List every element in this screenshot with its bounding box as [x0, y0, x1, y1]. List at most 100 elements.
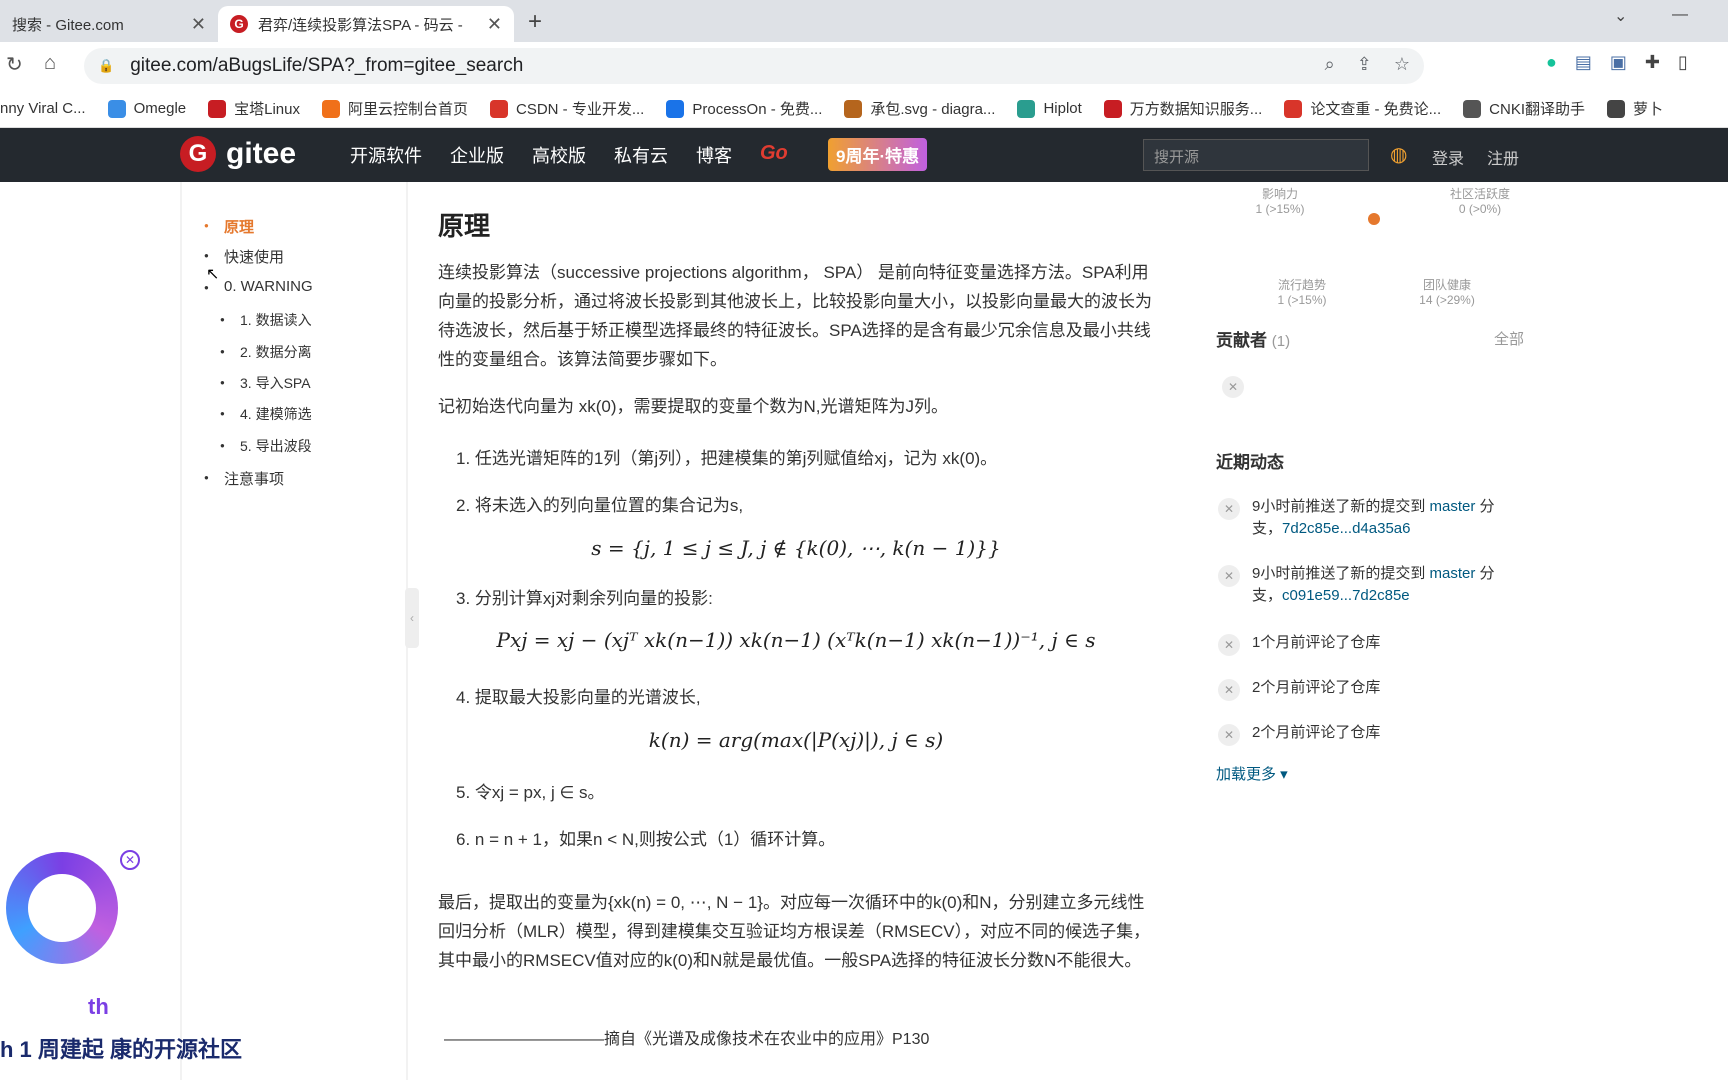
- register-link[interactable]: 注册: [1487, 145, 1519, 169]
- step-4: 4. 提取最大投影向量的光谱波长,: [456, 688, 701, 707]
- bookmark-item[interactable]: Omegle: [107, 99, 187, 118]
- step-3: 3. 分别计算xj对剩余列向量的投影:: [456, 589, 713, 608]
- bookmark-label: Hiplot: [1043, 100, 1082, 117]
- tab-gitee-search[interactable]: 搜索 - Gitee.com ✕: [0, 6, 218, 42]
- menu-opensource[interactable]: 开源软件: [350, 142, 422, 168]
- floating-ad[interactable]: ✕ th h 1 周建起 康的开源社区: [0, 846, 242, 1080]
- metric-name: 团队健康: [1422, 278, 1471, 292]
- address-bar[interactable]: 🔒 gitee.com/aBugsLife/SPA?_from=gitee_se…: [84, 48, 1424, 84]
- search-input[interactable]: 搜开源: [1143, 139, 1369, 171]
- toc-item[interactable]: 5. 导出波段: [220, 436, 311, 456]
- bookmark-favicon-icon: [1607, 99, 1625, 118]
- bookmark-item[interactable]: 承包.svg - diagra...: [844, 98, 995, 119]
- metric-name: 流行趋势: [1277, 278, 1326, 292]
- bookmark-label: 萝卜: [1633, 101, 1664, 118]
- url-text: gitee.com/aBugsLife/SPA?_from=gitee_sear…: [130, 55, 524, 76]
- menu-go[interactable]: Go: [760, 142, 788, 168]
- anniversary-promo[interactable]: 9周年·特惠: [828, 138, 928, 171]
- collapse-toc-handle[interactable]: ‹: [405, 588, 419, 648]
- metric-team-health: 团队健康 14 (>29%): [1412, 276, 1482, 307]
- menu-education[interactable]: 高校版: [532, 142, 586, 168]
- activity-item: 2个月前评论了仓库: [1252, 677, 1512, 699]
- share-icon[interactable]: ⇪: [1357, 54, 1372, 75]
- step-6: 6. n = n + 1，如果n < N,则按公式（1）循环计算。: [456, 830, 836, 849]
- close-icon[interactable]: ✕: [120, 850, 140, 870]
- bookmark-favicon-icon: [1284, 99, 1303, 118]
- star-icon[interactable]: ☆: [1394, 54, 1410, 75]
- bookmark-item[interactable]: ProcessOn - 免费...: [666, 98, 822, 119]
- gitee-menu: 开源软件 企业版 高校版 私有云 博客 Go: [350, 142, 788, 168]
- metric-value: 0 (>0%): [1458, 202, 1502, 216]
- avatar[interactable]: ✕: [1222, 376, 1244, 398]
- activity-link[interactable]: master: [1430, 565, 1476, 582]
- close-icon[interactable]: ✕: [191, 14, 206, 35]
- avatar[interactable]: ✕: [1218, 565, 1240, 587]
- minimize-icon[interactable]: —: [1672, 6, 1688, 24]
- menu-private-cloud[interactable]: 私有云: [614, 142, 668, 168]
- menu-blog[interactable]: 博客: [696, 142, 732, 168]
- toc-item[interactable]: 原理: [204, 216, 254, 237]
- avatar[interactable]: ✕: [1218, 679, 1240, 701]
- contributors-label: 贡献者: [1216, 331, 1267, 350]
- bookmark-favicon-icon: [208, 99, 227, 118]
- gitee-logo[interactable]: G gitee: [180, 136, 296, 172]
- load-more-button[interactable]: 加载更多 ▾: [1216, 763, 1288, 784]
- toc-item[interactable]: 0. WARNING: [204, 278, 313, 295]
- ep-icon[interactable]: ▣: [1610, 52, 1627, 73]
- tab-spa-repo[interactable]: G 君弈/连续投影算法SPA - 码云 - ✕: [218, 6, 514, 42]
- sidebar-icon[interactable]: ▯: [1678, 52, 1688, 73]
- home-icon[interactable]: ⌂: [44, 52, 56, 75]
- contributors-count: (1): [1271, 333, 1291, 350]
- bookmark-label: 宝塔Linux: [234, 101, 300, 118]
- avatar[interactable]: ✕: [1218, 498, 1240, 520]
- close-icon[interactable]: ✕: [487, 14, 502, 35]
- bookmark-item[interactable]: 万方数据知识服务...: [1103, 98, 1262, 119]
- gitee-favicon-icon: G: [230, 15, 248, 33]
- reload-icon[interactable]: ↻: [6, 52, 23, 77]
- article-title: 原理: [438, 211, 491, 241]
- bookmark-item[interactable]: nny Viral C...: [0, 100, 86, 117]
- activity-commit[interactable]: 7d2c85e...d4a35a6: [1282, 520, 1410, 537]
- browser-toolbar: ↻ ⌂ 🔒 gitee.com/aBugsLife/SPA?_from=gite…: [0, 42, 1728, 90]
- gitee-header: G gitee 开源软件 企业版 高校版 私有云 博客 Go 9周年·特惠 搜开…: [0, 128, 1728, 182]
- activity-item: 1个月前评论了仓库: [1252, 632, 1512, 654]
- activity-item: 2个月前评论了仓库: [1252, 722, 1512, 744]
- puzzle-icon[interactable]: ✚: [1645, 52, 1660, 73]
- zoom-icon[interactable]: ⌕: [1325, 54, 1335, 75]
- new-tab-icon[interactable]: +: [528, 8, 542, 36]
- toc-item[interactable]: 注意事项: [204, 468, 284, 489]
- bookmarks-bar: nny Viral C... Omegle 宝塔Linux 阿里云控制台首页 CSDN …: [0, 90, 1728, 128]
- contributors-title: 贡献者 (1): [1216, 326, 1290, 351]
- toc-item[interactable]: 3. 导入SPA: [220, 373, 310, 393]
- bookmark-item[interactable]: 宝塔Linux: [208, 98, 300, 119]
- all-contributors-link[interactable]: 全部: [1494, 328, 1524, 349]
- login-link[interactable]: 登录: [1432, 145, 1464, 169]
- bookmark-item[interactable]: 萝卜: [1607, 98, 1663, 119]
- activity-commit[interactable]: c091e59...7d2c85e: [1282, 587, 1410, 604]
- document-icon[interactable]: ▤: [1575, 52, 1592, 73]
- formula-projection: Pxj = xj − (xjᵀ xk(n−1)) xk(n−1) (xᵀk(n−…: [496, 628, 1096, 652]
- bookmark-favicon-icon: [666, 99, 685, 118]
- avatar[interactable]: ✕: [1218, 724, 1240, 746]
- toc-item[interactable]: 2. 数据分离: [220, 342, 311, 362]
- bulb-icon[interactable]: ◍: [1390, 142, 1407, 167]
- chevron-down-icon[interactable]: ⌄: [1614, 6, 1627, 26]
- toc-item[interactable]: 1. 数据读入: [220, 310, 311, 330]
- menu-enterprise[interactable]: 企业版: [450, 142, 504, 168]
- bookmark-label: Omegle: [133, 100, 187, 117]
- bookmark-label: 论文查重 - 免费论...: [1310, 101, 1442, 118]
- bookmark-item[interactable]: Hiplot: [1017, 99, 1082, 118]
- bookmark-item[interactable]: CNKI翻译助手: [1463, 98, 1585, 119]
- bookmark-item[interactable]: 阿里云控制台首页: [322, 98, 468, 119]
- bookmark-favicon-icon: [107, 99, 126, 118]
- activity-link[interactable]: master: [1430, 498, 1476, 515]
- bookmark-favicon-icon: [322, 99, 340, 118]
- bookmark-item[interactable]: 论文查重 - 免费论...: [1284, 98, 1441, 119]
- avatar[interactable]: ✕: [1218, 634, 1240, 656]
- toc-item[interactable]: 快速使用: [204, 246, 284, 267]
- ad-th-text: th: [88, 994, 109, 1019]
- bookmark-item[interactable]: CSDN - 专业开发...: [490, 98, 644, 119]
- metric-name: 影响力: [1261, 187, 1298, 201]
- toc-item[interactable]: 4. 建模筛选: [220, 404, 311, 424]
- grammarly-icon[interactable]: ●: [1546, 52, 1557, 73]
